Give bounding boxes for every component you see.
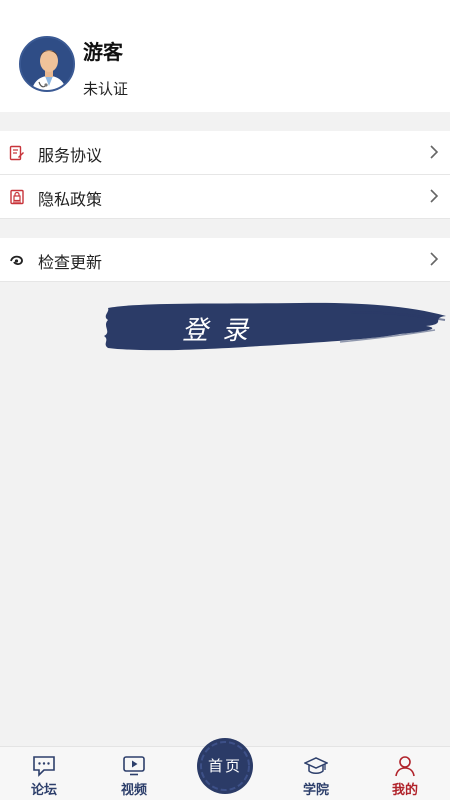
doctor-avatar-icon (21, 38, 73, 90)
chevron-right-icon (430, 252, 439, 266)
login-button[interactable]: 登录 (100, 298, 450, 358)
brush-stroke-background (104, 302, 446, 351)
menu-item-label: 检查更新 (38, 253, 103, 272)
tab-label: 学院 (302, 783, 329, 798)
privacy-lock-icon (10, 189, 24, 205)
menu-item-check-update[interactable]: 检查更新 (0, 238, 450, 282)
update-icon (10, 255, 23, 265)
video-play-icon (123, 756, 145, 776)
profile-header: 游客 未认证 (0, 0, 450, 112)
menu-group-legal: 服务协议 隐私政策 (0, 131, 450, 219)
login-label: 登录 (182, 316, 263, 346)
tab-home[interactable]: 首页 (197, 738, 253, 794)
tab-video[interactable]: 视频 (99, 747, 169, 800)
menu-group-update: 检查更新 (0, 238, 450, 282)
user-name: 游客 (83, 40, 123, 64)
tab-label: 首页 (207, 757, 242, 775)
document-pen-icon (9, 145, 24, 161)
tab-label: 论坛 (30, 783, 57, 798)
tab-label: 视频 (120, 783, 147, 798)
user-icon (395, 756, 415, 777)
tab-mine[interactable]: 我的 (370, 747, 440, 800)
menu-item-label: 服务协议 (38, 146, 103, 165)
doctor-avatar[interactable] (19, 36, 75, 92)
chevron-right-icon (430, 145, 439, 159)
tab-forum[interactable]: 论坛 (9, 747, 79, 800)
graduation-cap-icon (304, 757, 328, 774)
tab-academy[interactable]: 学院 (281, 747, 351, 800)
menu-item-privacy-policy[interactable]: 隐私政策 (0, 175, 450, 219)
chevron-right-icon (430, 189, 439, 203)
menu-item-label: 隐私政策 (38, 190, 103, 209)
tab-label: 我的 (391, 783, 418, 798)
menu-item-service-agreement[interactable]: 服务协议 (0, 131, 450, 175)
chat-bubble-icon (33, 756, 55, 777)
verification-status: 未认证 (83, 80, 129, 98)
